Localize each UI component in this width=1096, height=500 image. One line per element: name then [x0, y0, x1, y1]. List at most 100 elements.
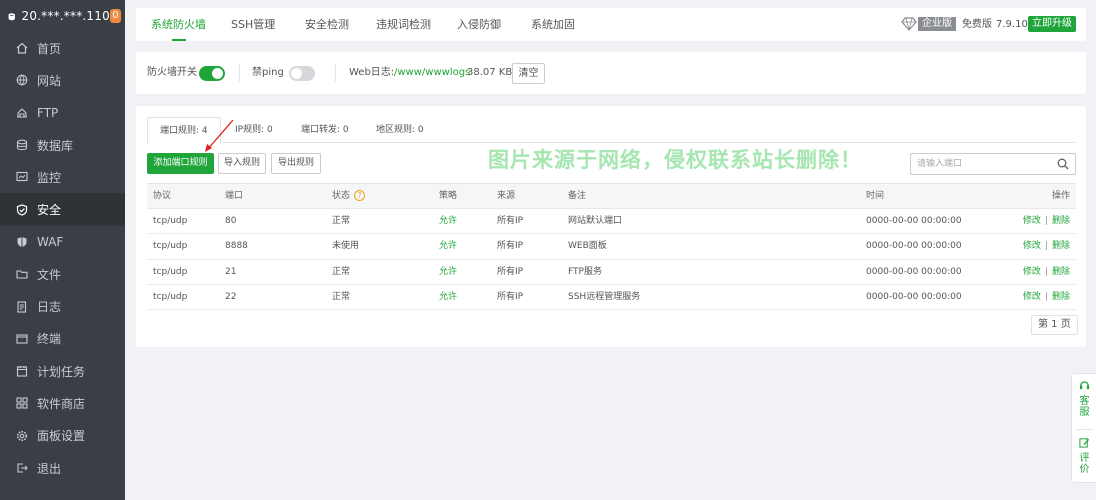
port-search-input[interactable]: [911, 154, 1051, 174]
ftp-icon: [16, 107, 28, 119]
table-row: tcp/udp 22 正常 允许 所有IP SSH远程管理服务 0000-00-00 00:…: [147, 285, 1076, 311]
cell-source: 所有IP: [497, 291, 524, 302]
table-row: tcp/udp 21 正常 允许 所有IP FTP服务 0000-00-00 00:00:0…: [147, 260, 1076, 285]
sidebar-item-1[interactable]: 网站: [0, 64, 125, 96]
cell-status: 正常: [332, 216, 351, 226]
edit-link[interactable]: 修改: [1023, 241, 1041, 251]
table-header: 协议 端口 状态? 策略 来源 备注 时间 操作: [147, 184, 1076, 209]
tab-ssh-management[interactable]: SSH管理: [231, 8, 275, 41]
help-icon[interactable]: ?: [354, 190, 366, 201]
tab-ip-rules[interactable]: IP规则: 0: [235, 117, 273, 143]
sidebar-item-7[interactable]: 文件: [0, 258, 125, 290]
pagination-current[interactable]: 第 1 页: [1031, 315, 1078, 335]
tab-system-firewall[interactable]: 系统防火墙: [151, 8, 206, 41]
cell-protocol: tcp/udp: [153, 216, 188, 226]
sidebar-item-8[interactable]: 日志: [0, 290, 125, 322]
edit-link[interactable]: 修改: [1023, 216, 1041, 226]
tab-security-check[interactable]: 安全检测: [305, 8, 349, 41]
customer-service-button[interactable]: 客服: [1072, 380, 1096, 418]
action-separator: |: [1044, 216, 1048, 226]
sidebar-item-label: 退出: [37, 461, 62, 476]
home-icon: [16, 42, 28, 54]
row-actions: 修改 | 删除: [1023, 260, 1070, 285]
cell-port: 21: [225, 266, 237, 277]
tab-intrusion-prevention[interactable]: 入侵防御: [457, 8, 501, 41]
sidebar-item-label: 终端: [37, 332, 62, 347]
enterprise-edition[interactable]: 企业版: [901, 16, 956, 32]
cell-time: 0000-00-00 00:00:00: [866, 291, 962, 302]
sidebar-item-10[interactable]: 计划任务: [0, 355, 125, 387]
monitor-icon: [16, 171, 28, 183]
delete-link[interactable]: 删除: [1052, 267, 1070, 277]
sidebar-item-13[interactable]: 退出: [0, 452, 125, 484]
cell-source: 所有IP: [497, 266, 524, 277]
firewall-toggle[interactable]: [199, 66, 225, 81]
database-icon: [16, 139, 28, 151]
delete-link[interactable]: 删除: [1052, 216, 1070, 226]
tab-port-forward[interactable]: 端口转发: 0: [301, 117, 349, 143]
sidebar-item-9[interactable]: 终端: [0, 323, 125, 355]
import-rules-button[interactable]: 导入规则: [218, 153, 266, 174]
action-separator: |: [1044, 241, 1048, 252]
action-separator: |: [1044, 291, 1048, 302]
notification-badge[interactable]: 0: [109, 9, 121, 23]
cell-source: 所有IP: [497, 241, 524, 252]
waf-shield-icon: [16, 236, 28, 248]
cell-port: 80: [225, 216, 237, 226]
delete-link[interactable]: 删除: [1052, 292, 1070, 302]
cell-status: 未使用: [332, 241, 360, 252]
add-port-rule-button[interactable]: 添加端口规则: [147, 153, 214, 174]
cell-policy: 允许: [439, 241, 458, 252]
noping-label: 禁ping: [252, 67, 284, 78]
terminal-icon: [16, 333, 28, 345]
noping-toggle[interactable]: [289, 66, 315, 81]
col-status: 状态?: [332, 184, 366, 209]
col-policy: 策略: [439, 191, 458, 201]
sidebar-item-2[interactable]: FTP: [0, 97, 125, 129]
col-time: 时间: [866, 191, 885, 201]
sidebar-item-label: 面板设置: [37, 429, 86, 444]
clear-log-button[interactable]: 清空: [512, 63, 545, 84]
edit-link[interactable]: 修改: [1023, 292, 1041, 302]
apps-icon: [16, 397, 28, 409]
edit-link[interactable]: 修改: [1023, 267, 1041, 277]
diamond-icon: [901, 17, 917, 31]
delete-link[interactable]: 删除: [1052, 241, 1070, 251]
sidebar-item-label: 网站: [37, 73, 62, 88]
sidebar-item-0[interactable]: 首页: [0, 32, 125, 64]
col-source: 来源: [497, 191, 516, 201]
sidebar-item-label: WAF: [37, 234, 64, 249]
review-button[interactable]: 评价: [1072, 437, 1096, 475]
sidebar-item-label: 软件商店: [37, 396, 86, 411]
sidebar-item-label: 首页: [37, 41, 62, 56]
sidebar-item-label: 数据库: [37, 138, 74, 153]
cell-time: 0000-00-00 00:00:00: [866, 241, 962, 252]
port-search: [910, 153, 1076, 175]
cell-protocol: tcp/udp: [153, 241, 188, 252]
weblog-size: 38.07 KB: [467, 67, 513, 78]
row-actions: 修改 | 删除: [1023, 234, 1070, 259]
sidebar-item-6[interactable]: WAF: [0, 226, 125, 258]
cell-policy: 允许: [439, 266, 458, 277]
globe-icon: [16, 74, 28, 86]
col-note: 备注: [568, 191, 587, 201]
log-icon: [16, 300, 28, 313]
top-nav: 系统防火墙 SSH管理 安全检测 违规词检测 入侵防御 系统加固 企业版 免费版…: [136, 8, 1086, 41]
sidebar-item-12[interactable]: 面板设置: [0, 420, 125, 452]
weblog-path-link[interactable]: /www/wwwlogs: [394, 52, 470, 94]
tab-region-rules[interactable]: 地区规则: 0: [376, 117, 424, 143]
tab-banned-words[interactable]: 违规词检测: [376, 8, 431, 41]
calendar-icon: [16, 365, 28, 377]
server-header[interactable]: 20.***.***.110 0: [0, 0, 125, 32]
sidebar-item-3[interactable]: 数据库: [0, 129, 125, 161]
export-rules-button[interactable]: 导出规则: [271, 153, 321, 174]
sidebar-item-4[interactable]: 监控: [0, 161, 125, 193]
sidebar-item-5[interactable]: 安全: [0, 193, 125, 226]
firewall-switch-label: 防火墙开关: [147, 67, 197, 78]
search-icon[interactable]: [1057, 158, 1069, 170]
upgrade-button[interactable]: 立即升级: [1028, 16, 1076, 32]
sidebar-item-11[interactable]: 软件商店: [0, 387, 125, 419]
tab-system-hardening[interactable]: 系统加固: [531, 8, 575, 41]
cell-port: 22: [225, 291, 237, 302]
firewall-status-bar: 防火墙开关 禁ping Web日志: /www/wwwlogs 38.07 KB…: [136, 52, 1086, 94]
